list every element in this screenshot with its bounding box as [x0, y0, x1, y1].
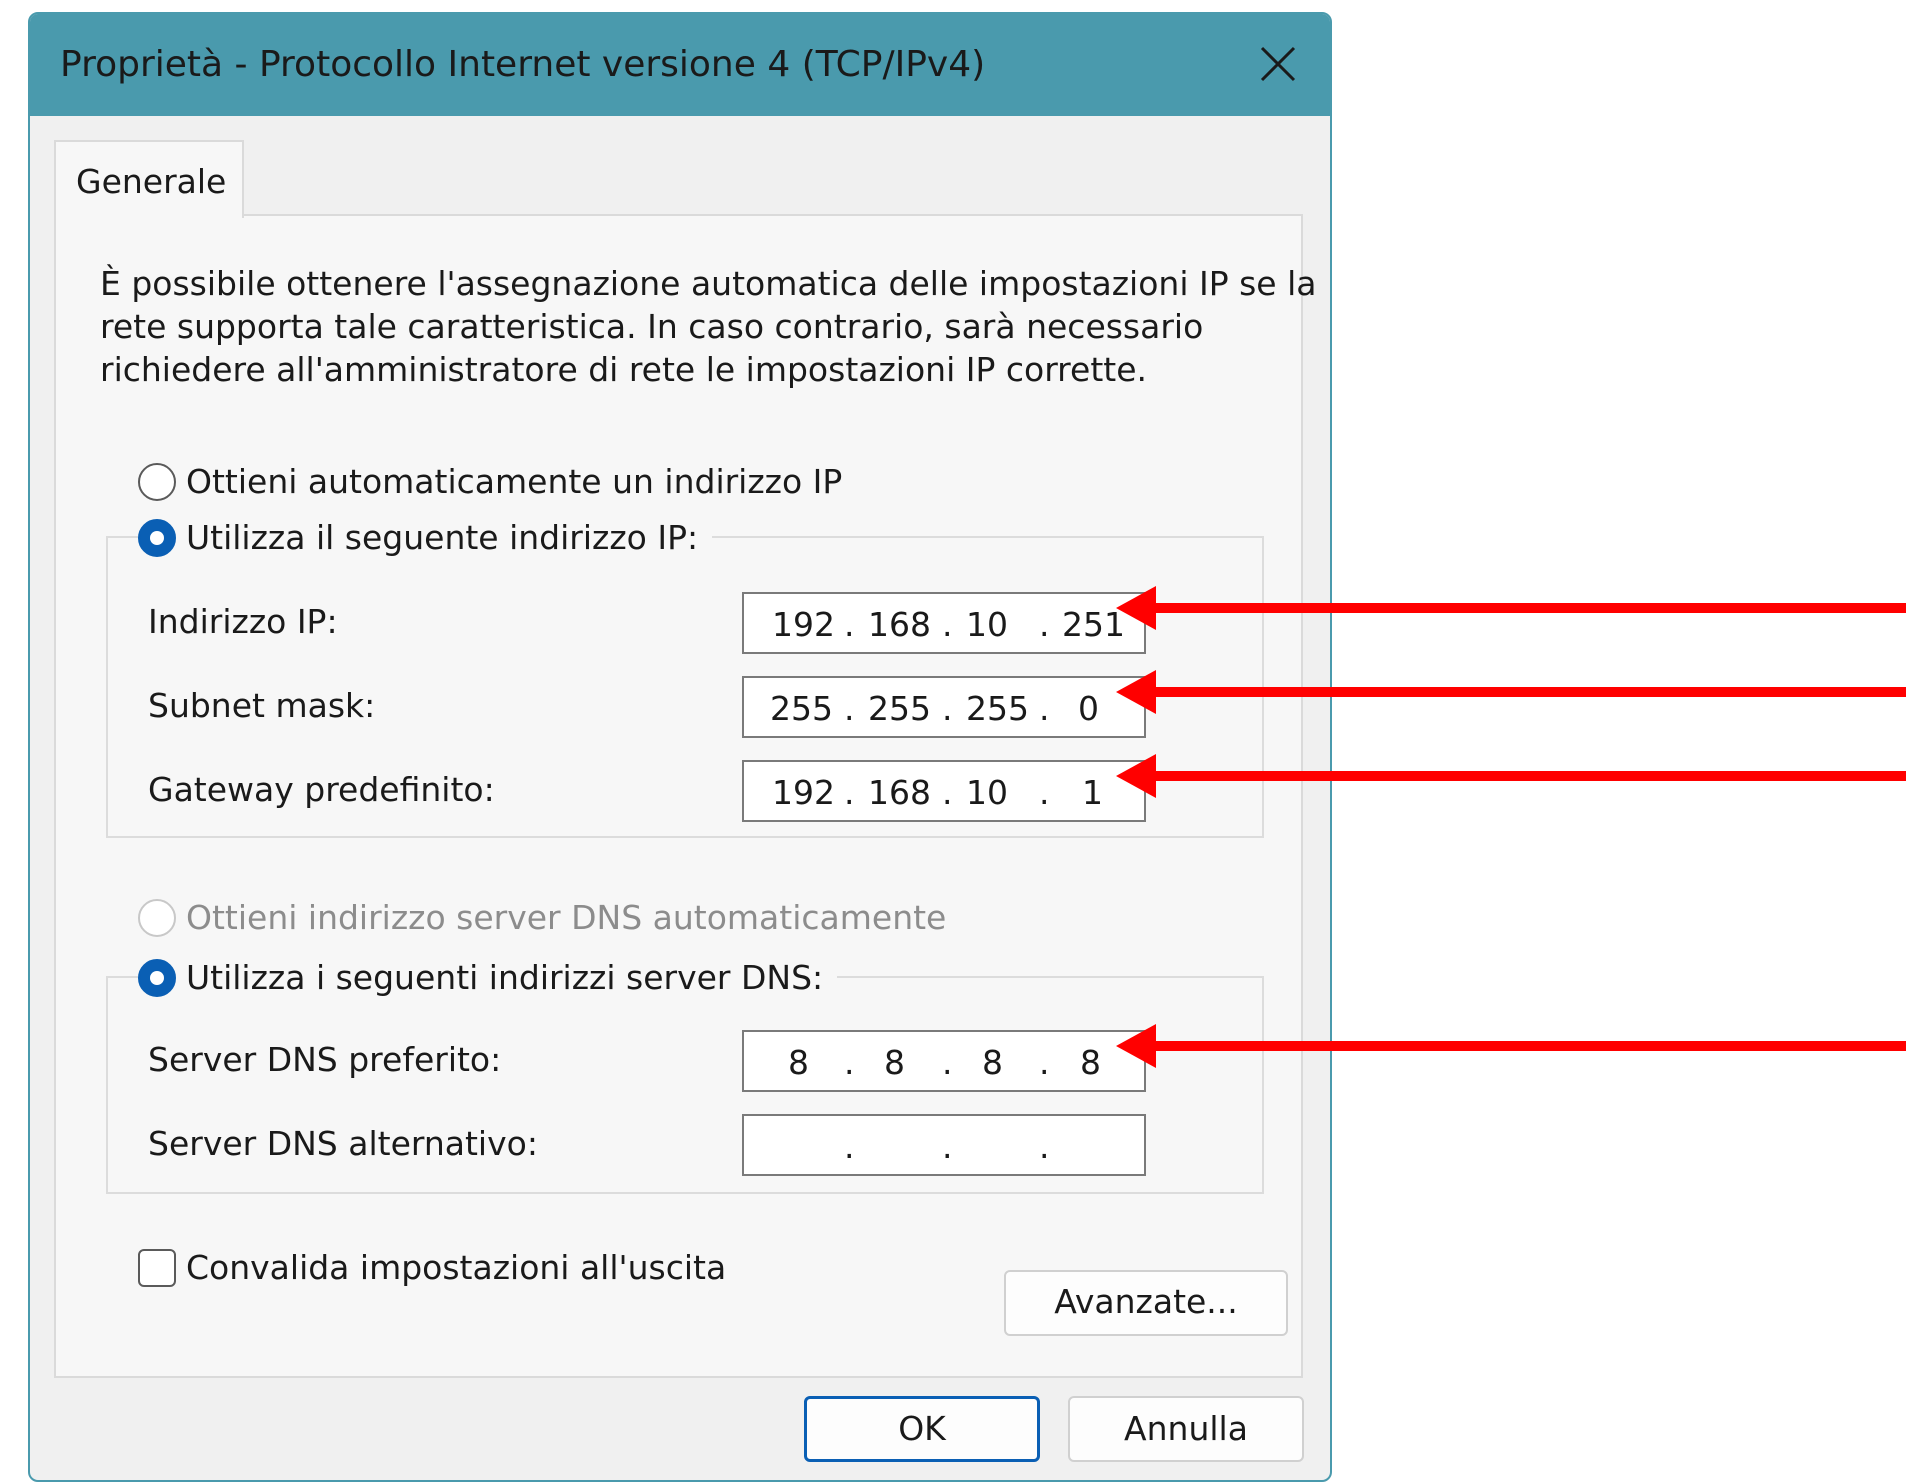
dns-manual-label: Utilizza i seguenti indirizzi server DNS…: [186, 958, 824, 997]
ok-button[interactable]: OK: [804, 1396, 1040, 1462]
dot-separator: .: [942, 605, 953, 644]
dot-separator: .: [844, 773, 855, 812]
dot-separator: .: [942, 1043, 953, 1082]
dot-separator: .: [844, 1127, 855, 1166]
gateway-octet-4: 1: [1082, 773, 1103, 812]
ip-auto-option[interactable]: Ottieni automaticamente un indirizzo IP: [138, 462, 842, 501]
background-window-edge: [0, 0, 28, 1482]
advanced-button[interactable]: Avanzate...: [1004, 1270, 1288, 1336]
dot-separator: .: [942, 1127, 953, 1166]
ip-auto-radio[interactable]: [138, 462, 176, 501]
description-line: richiedere all'amministratore di rete le…: [100, 350, 1147, 389]
gateway-octet-1: 192: [772, 773, 835, 812]
tab-generale[interactable]: Generale: [54, 140, 244, 218]
gateway-octet-3: 10: [966, 773, 1008, 812]
subnet-octet-1: 255: [770, 689, 833, 728]
ip-octet-3: 10: [966, 605, 1008, 644]
dns-preferred-label: Server DNS preferito:: [148, 1040, 502, 1079]
dns-alternate-input[interactable]: . . .: [742, 1114, 1146, 1176]
gateway-octet-2: 168: [868, 773, 931, 812]
dns-manual-option[interactable]: Utilizza i seguenti indirizzi server DNS…: [138, 958, 838, 997]
arrow-gateway-icon: [1116, 754, 1906, 798]
dot-separator: .: [1039, 773, 1050, 812]
window-title: Proprietà - Protocollo Internet versione…: [60, 44, 986, 85]
dot-separator: .: [942, 773, 953, 812]
subnet-octet-3: 255: [966, 689, 1029, 728]
validate-option[interactable]: Convalida impostazioni all'uscita: [138, 1248, 726, 1287]
dns-preferred-octet-3: 8: [982, 1043, 1003, 1082]
ipv4-properties-dialog: Proprietà - Protocollo Internet versione…: [28, 12, 1332, 1482]
tab-generale-label: Generale: [76, 162, 227, 201]
arrow-subnet-mask-icon: [1116, 670, 1906, 714]
cancel-button[interactable]: Annulla: [1068, 1396, 1304, 1462]
gateway-label: Gateway predefinito:: [148, 770, 495, 809]
description-line: È possibile ottenere l'assegnazione auto…: [100, 264, 1317, 303]
dns-preferred-octet-1: 8: [788, 1043, 809, 1082]
description-line: rete supporta tale caratteristica. In ca…: [100, 307, 1204, 346]
ip-octet-1: 192: [772, 605, 835, 644]
arrow-dns-preferred-icon: [1116, 1024, 1906, 1068]
gateway-input[interactable]: 192 . 168 . 10 . 1: [742, 760, 1146, 822]
dot-separator: .: [1039, 1043, 1050, 1082]
dot-separator: .: [844, 1043, 855, 1082]
validate-checkbox[interactable]: [138, 1248, 176, 1287]
dns-auto-radio[interactable]: [138, 898, 176, 937]
ip-manual-label: Utilizza il seguente indirizzo IP:: [186, 518, 699, 557]
subnet-octet-4: 0: [1078, 689, 1099, 728]
dns-preferred-octet-4: 8: [1080, 1043, 1101, 1082]
ip-auto-label: Ottieni automaticamente un indirizzo IP: [186, 462, 843, 501]
dot-separator: .: [1039, 1127, 1050, 1166]
ip-octet-2: 168: [868, 605, 931, 644]
ip-address-label: Indirizzo IP:: [148, 602, 338, 641]
ip-address-input[interactable]: 192 . 168 . 10 . 251: [742, 592, 1146, 654]
dot-separator: .: [942, 689, 953, 728]
dot-separator: .: [844, 689, 855, 728]
dns-manual-radio[interactable]: [138, 958, 176, 997]
close-icon[interactable]: [1246, 32, 1310, 96]
dns-alternate-label: Server DNS alternativo:: [148, 1124, 538, 1163]
subnet-octet-2: 255: [868, 689, 931, 728]
validate-label: Convalida impostazioni all'uscita: [186, 1248, 727, 1287]
ip-manual-option[interactable]: Utilizza il seguente indirizzo IP:: [138, 518, 713, 557]
description-text: È possibile ottenere l'assegnazione auto…: [100, 262, 1317, 391]
dns-preferred-octet-2: 8: [884, 1043, 905, 1082]
dot-separator: .: [1039, 689, 1050, 728]
dns-auto-option[interactable]: Ottieni indirizzo server DNS automaticam…: [138, 898, 946, 937]
dns-preferred-input[interactable]: 8 . 8 . 8 . 8: [742, 1030, 1146, 1092]
arrow-ip-address-icon: [1116, 586, 1906, 630]
subnet-mask-label: Subnet mask:: [148, 686, 376, 725]
ip-manual-radio[interactable]: [138, 518, 176, 557]
dot-separator: .: [844, 605, 855, 644]
subnet-mask-input[interactable]: 255 . 255 . 255 . 0: [742, 676, 1146, 738]
title-bar: Proprietà - Protocollo Internet versione…: [30, 14, 1330, 116]
dns-auto-label: Ottieni indirizzo server DNS automaticam…: [186, 898, 947, 937]
dot-separator: .: [1039, 605, 1050, 644]
